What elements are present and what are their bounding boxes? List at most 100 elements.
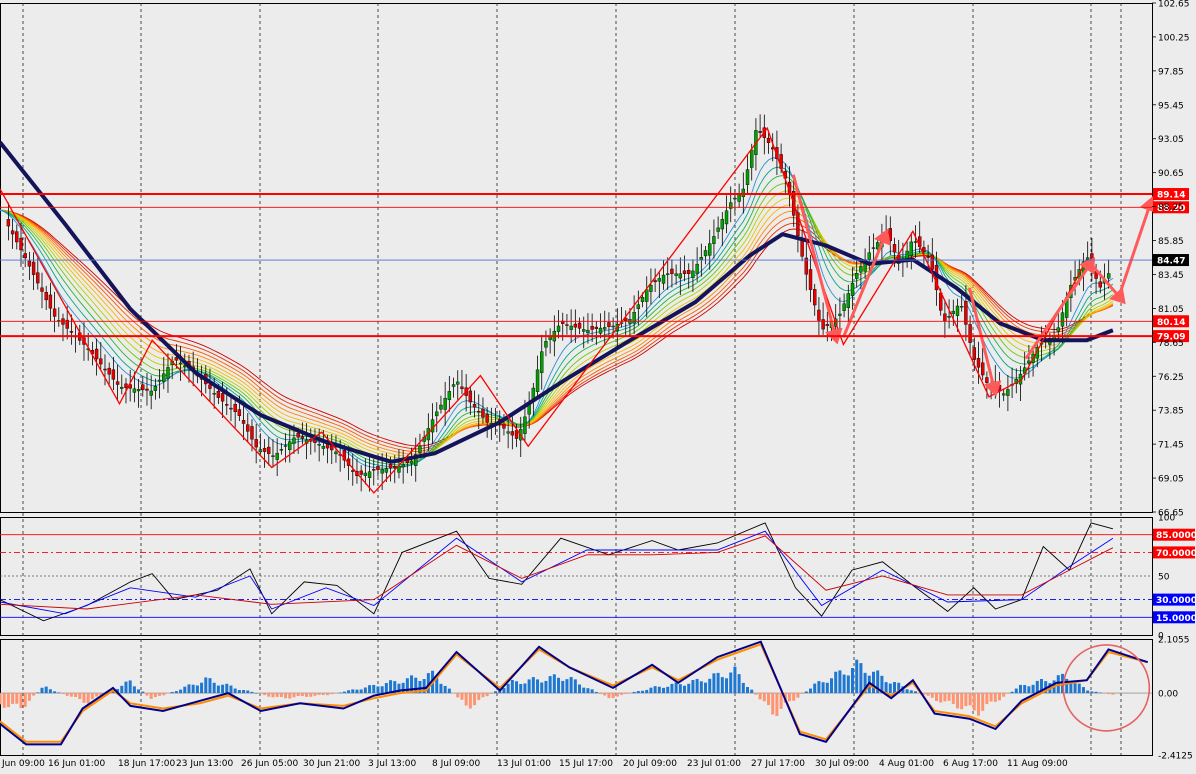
candle-up (1106, 273, 1111, 279)
macd-bar (1077, 683, 1081, 694)
x-tick-label: 26 Jun 05:00 (241, 759, 298, 769)
macd-bar (284, 693, 288, 699)
macd-bar (687, 683, 691, 694)
candle-up (271, 455, 275, 457)
macd-bar (376, 686, 380, 694)
macd-bar (48, 689, 52, 694)
macd-bar (523, 683, 527, 694)
macd-bar (481, 693, 485, 698)
macd-bar (187, 684, 191, 694)
y-tick-label: 83.45 (1158, 271, 1184, 281)
macd-bar (905, 689, 909, 694)
forex-chart-window[interactable]: 89.14 88.20 80.14 79.09 84.47 102.65 100.25 97.… (0, 0, 1196, 770)
macd-bar (725, 678, 729, 694)
candle-up (292, 437, 296, 444)
macd-bar (662, 687, 666, 694)
candle-up (724, 210, 729, 225)
candle-up (1056, 327, 1060, 332)
macd-bar (330, 693, 334, 695)
macd-bar (128, 680, 132, 694)
candle-down (926, 256, 930, 258)
macd-bar (57, 692, 61, 694)
candle-up (871, 247, 876, 249)
candle-down (766, 137, 771, 143)
macd-bar (548, 676, 552, 694)
candle-up (842, 303, 846, 311)
candle-up (149, 390, 153, 396)
candle-up (741, 188, 746, 197)
x-tick-label: 27 Jul 17:00 (751, 759, 805, 769)
macd-bar (809, 688, 813, 694)
candle-up (380, 469, 384, 474)
candle-down (590, 325, 594, 330)
macd-bar (401, 682, 405, 694)
macd-bar (464, 693, 468, 706)
macd-bar (36, 692, 40, 694)
candle-up (153, 386, 158, 391)
macd-bar (288, 693, 292, 699)
macd-bar (762, 693, 766, 702)
level-label: 80.14 (1157, 318, 1185, 328)
macd-bar (771, 693, 775, 715)
macd-bar (531, 677, 535, 694)
candle-up (569, 325, 573, 330)
macd-bar (19, 693, 23, 709)
candle-up (456, 381, 460, 385)
macd-bar (519, 684, 523, 694)
macd-bar (477, 693, 481, 700)
macd-bar (779, 693, 783, 709)
candle-down (682, 270, 687, 274)
candle-down (103, 368, 107, 371)
macd-bar (1069, 683, 1073, 694)
macd-bar (510, 680, 514, 694)
x-tick-label: 23 Jun 13:00 (176, 759, 233, 769)
candle-up (712, 236, 716, 244)
candle-down (250, 426, 254, 440)
macd-bar (292, 693, 296, 698)
macd-bar (351, 689, 355, 694)
candle-down (44, 292, 48, 301)
macd-bar (342, 691, 346, 694)
macd-bar (212, 682, 216, 694)
y-tick-label: 95.45 (1158, 101, 1184, 111)
macd-bar (162, 693, 166, 696)
candle-down (246, 424, 250, 432)
candle-up (867, 252, 872, 260)
macd-bar (955, 693, 959, 709)
macd-bar (443, 685, 447, 694)
macd-bar (611, 693, 615, 699)
chart-canvas[interactable]: 89.1488.2080.1479.0984.47102.65100.2597.… (0, 0, 1196, 770)
macd-bar (699, 681, 703, 694)
candle-up (1085, 257, 1090, 260)
candle-up (212, 393, 216, 395)
candle-down (107, 367, 111, 375)
candle-up (838, 313, 842, 316)
macd-bar (527, 679, 531, 694)
macd-bar (599, 693, 603, 695)
candle-down (758, 131, 762, 133)
candle-up (1060, 312, 1065, 327)
macd-bar (573, 679, 577, 694)
y-tick-label: 88.25 (1158, 203, 1184, 213)
macd-bar (989, 693, 993, 702)
candle-down (485, 413, 489, 423)
candle-down (825, 324, 830, 326)
macd-bar (540, 682, 544, 694)
macd-bar (200, 682, 204, 694)
macd-bar (976, 693, 980, 716)
macd-bar (909, 690, 913, 694)
candle-up (288, 441, 292, 451)
candle-down (573, 323, 578, 328)
macd-bar (552, 674, 556, 694)
candle-down (111, 369, 116, 380)
candle-up (955, 305, 960, 316)
candle-down (388, 464, 393, 469)
macd-bar (683, 685, 687, 694)
candle-up (418, 445, 422, 454)
candle-up (582, 329, 586, 332)
macd-bar (384, 683, 388, 694)
candle-down (653, 280, 657, 283)
macd-bar (926, 693, 930, 696)
candle-up (136, 389, 141, 392)
y-tick-label: 81.05 (1158, 305, 1184, 315)
